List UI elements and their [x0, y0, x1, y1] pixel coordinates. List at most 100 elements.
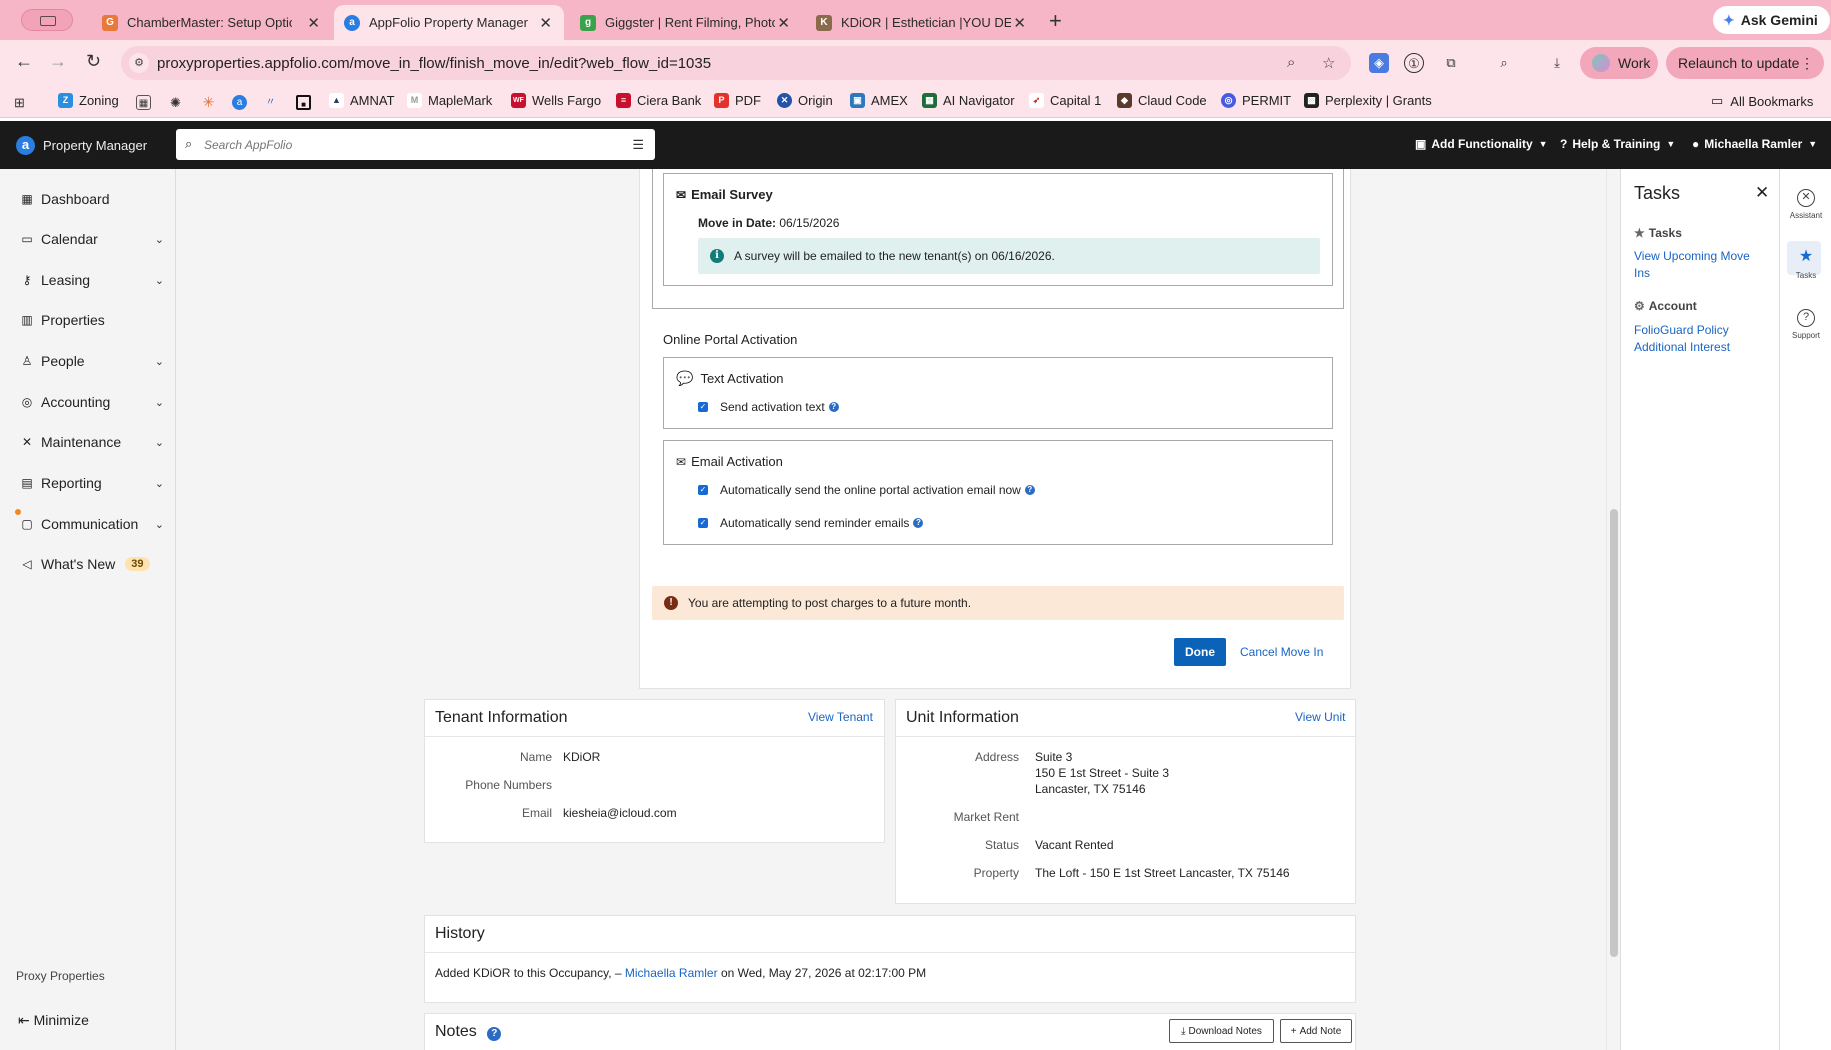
- view-upcoming-move-ins-link[interactable]: View Upcoming Move Ins: [1634, 248, 1764, 282]
- app-header: a Property Manager ⌕ ☰ ▣ Add Functionali…: [0, 121, 1831, 169]
- global-search[interactable]: ⌕ ☰: [176, 129, 655, 160]
- bookmark-wells-fargo[interactable]: WF Wells Fargo: [511, 93, 601, 108]
- bookmark-permit[interactable]: ◎ PERMIT: [1221, 93, 1291, 108]
- sidebar-item-people[interactable]: ♙ People ⌄: [20, 353, 164, 369]
- sidebar-item-label: Communication: [41, 516, 139, 532]
- wave-icon[interactable]: 〃: [263, 95, 278, 110]
- password-manager-icon[interactable]: ①: [1404, 53, 1424, 73]
- bookmark-ciera-bank[interactable]: ≡ Ciera Bank: [616, 93, 701, 108]
- bookmark-maplemark[interactable]: M MapleMark: [407, 93, 492, 108]
- rail-support[interactable]: ? Support: [1780, 309, 1831, 340]
- reload-icon[interactable]: ↻: [86, 51, 101, 72]
- filter-sliders-icon[interactable]: ☰: [632, 137, 644, 153]
- help-training-menu[interactable]: ? Help & Training ▼: [1560, 137, 1675, 151]
- done-button[interactable]: Done: [1174, 638, 1226, 666]
- help-icon[interactable]: ?: [828, 402, 839, 412]
- sidebar-item-calendar[interactable]: ▭ Calendar ⌄: [20, 231, 164, 247]
- bookmark-perplexity-grants[interactable]: ▩ Perplexity | Grants: [1304, 93, 1432, 108]
- openai-icon[interactable]: ✺: [168, 95, 183, 110]
- ask-gemini-button[interactable]: ✦ Ask Gemini: [1713, 6, 1830, 34]
- checkbox-checked[interactable]: ✓: [698, 518, 708, 528]
- auto-send-reminder-checkbox-row[interactable]: ✓ Automatically send reminder emails?: [698, 516, 924, 530]
- zoom-icon[interactable]: ⌕: [1287, 54, 1295, 71]
- scrollbar-thumb[interactable]: [1610, 509, 1618, 957]
- market-rent-label: Market Rent: [953, 810, 1019, 824]
- tab-title: Giggster | Rent Filming, Photo: [605, 15, 775, 30]
- browser-tab-chambermaster[interactable]: G ChamberMaster: Setup Optio ✕: [92, 5, 332, 40]
- bookmark-pdf[interactable]: P PDF: [714, 93, 761, 108]
- user-menu[interactable]: ● Michaella Ramler ▼: [1692, 137, 1817, 151]
- apps-grid-icon[interactable]: ⊞: [12, 95, 27, 110]
- add-note-button[interactable]: + Add Note: [1280, 1019, 1352, 1043]
- extension-1-icon[interactable]: ◈: [1369, 53, 1389, 73]
- folioguard-policy-link[interactable]: FolioGuard Policy Additional Interest: [1634, 322, 1764, 356]
- caret-down-icon: ▼: [1808, 139, 1818, 149]
- url-text[interactable]: proxyproperties.appfolio.com/move_in_flo…: [157, 55, 711, 72]
- bookmark-zoning[interactable]: Z Zoning: [58, 93, 119, 108]
- sidebar-item-properties[interactable]: ▥ Properties: [20, 312, 164, 328]
- bookmark-capital-1[interactable]: ➶ Capital 1: [1029, 93, 1101, 108]
- auto-send-email-checkbox-row[interactable]: ✓ Automatically send the online portal ac…: [698, 483, 1035, 497]
- sidebar-item-maintenance[interactable]: ✕ Maintenance ⌄: [20, 434, 164, 450]
- main-scrollbar[interactable]: [1606, 169, 1620, 1050]
- new-tab-icon[interactable]: +: [1049, 8, 1062, 34]
- browser-tab-appfolio[interactable]: a AppFolio Property Manager ✕: [334, 5, 564, 40]
- tab-search-toggle[interactable]: [21, 9, 73, 31]
- send-activation-text-checkbox-row[interactable]: ✓ Send activation text?: [698, 400, 839, 414]
- sidebar-item-dashboard[interactable]: ▦ Dashboard: [20, 191, 164, 207]
- rail-tasks[interactable]: ★ Tasks: [1780, 241, 1831, 280]
- history-user-link[interactable]: Michaella Ramler: [625, 966, 718, 980]
- rail-assistant[interactable]: ✕ Assistant: [1780, 189, 1831, 220]
- right-rail: ✕ Assistant ★ Tasks ? Support: [1779, 169, 1831, 1050]
- sidebar-item-whats-new[interactable]: ◁ What's New 39: [20, 556, 164, 572]
- close-icon[interactable]: ✕: [1755, 183, 1769, 203]
- download-notes-button[interactable]: ⤓ Download Notes: [1169, 1019, 1274, 1043]
- help-icon[interactable]: ?: [1024, 485, 1035, 495]
- notes-title: Notes ?: [435, 1023, 502, 1041]
- chevron-down-icon: ⌄: [154, 274, 164, 287]
- appfolio-bookmark-icon[interactable]: a: [232, 95, 247, 110]
- relaunch-button[interactable]: Relaunch to update ⋮: [1666, 47, 1824, 79]
- bookmark-ai-navigator[interactable]: ▦ AI Navigator: [922, 93, 1015, 108]
- close-tab-icon[interactable]: ✕: [539, 14, 552, 32]
- browser-tab-kdior[interactable]: K KDiOR | Esthetician |YOU DEF ✕: [806, 5, 1038, 40]
- extensions-puzzle-icon[interactable]: ⧉: [1441, 53, 1461, 73]
- sidebar-item-reporting[interactable]: ▤ Reporting ⌄: [20, 475, 164, 491]
- browser-tab-giggster[interactable]: g Giggster | Rent Filming, Photo ✕: [570, 5, 802, 40]
- bookmark-claud-code[interactable]: ◆ Claud Code: [1117, 93, 1207, 108]
- sidebar-item-communication[interactable]: ▢ Communication ⌄: [20, 516, 164, 532]
- forward-arrow-icon[interactable]: →: [49, 51, 67, 72]
- tab-search-icon[interactable]: ⌕: [1494, 53, 1514, 73]
- square-app-icon[interactable]: ■: [296, 95, 311, 110]
- bookmark-origin[interactable]: ✕ Origin: [777, 93, 833, 108]
- download-icon[interactable]: ⤓: [1547, 53, 1567, 73]
- view-unit-link[interactable]: View Unit: [1295, 710, 1345, 724]
- sidebar-item-label: Maintenance: [41, 434, 122, 450]
- omnibox[interactable]: ⚙ proxyproperties.appfolio.com/move_in_f…: [121, 46, 1351, 80]
- bookmark-amnat[interactable]: ▲ AMNAT: [329, 93, 395, 108]
- back-arrow-icon[interactable]: ←: [15, 51, 33, 72]
- calculator-icon[interactable]: ▦: [136, 95, 151, 110]
- sidebar-item-accounting[interactable]: ◎ Accounting ⌄: [20, 394, 164, 410]
- brand-logo[interactable]: a Property Manager: [16, 136, 147, 155]
- all-bookmarks-button[interactable]: ▭ All Bookmarks: [1711, 93, 1813, 109]
- checkbox-checked[interactable]: ✓: [698, 485, 708, 495]
- claude-icon[interactable]: ✳: [201, 95, 216, 110]
- view-tenant-link[interactable]: View Tenant: [808, 710, 873, 724]
- site-info-icon[interactable]: ⚙: [129, 53, 149, 73]
- close-tab-icon[interactable]: ✕: [1013, 14, 1026, 32]
- help-icon[interactable]: ?: [913, 518, 924, 528]
- profile-work-button[interactable]: Work: [1580, 47, 1658, 79]
- cancel-move-in-link[interactable]: Cancel Move In: [1240, 645, 1323, 659]
- bookmark-label: Perplexity | Grants: [1325, 93, 1432, 108]
- minimize-sidebar-button[interactable]: ⇤ Minimize: [18, 1012, 89, 1029]
- close-tab-icon[interactable]: ✕: [307, 14, 320, 32]
- bookmark-amex[interactable]: ▣ AMEX: [850, 93, 908, 108]
- search-input[interactable]: [204, 135, 604, 154]
- add-functionality-menu[interactable]: ▣ Add Functionality ▼: [1415, 137, 1548, 151]
- bookmark-star-icon[interactable]: ☆: [1322, 54, 1335, 72]
- checkbox-checked[interactable]: ✓: [698, 402, 708, 412]
- close-tab-icon[interactable]: ✕: [777, 14, 790, 32]
- sidebar-item-leasing[interactable]: ⚷ Leasing ⌄: [20, 272, 164, 288]
- help-icon[interactable]: ?: [487, 1027, 502, 1041]
